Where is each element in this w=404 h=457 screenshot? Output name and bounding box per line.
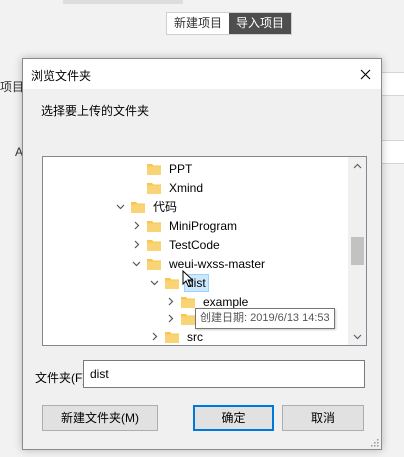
project-label: 项目 xyxy=(0,80,25,94)
folder-icon xyxy=(147,258,161,270)
chevron-right-icon[interactable] xyxy=(165,296,176,307)
folder-icon xyxy=(147,163,161,175)
chevron-right-icon[interactable] xyxy=(131,220,142,231)
tree-scrollbar[interactable] xyxy=(348,157,366,345)
scroll-up-button[interactable] xyxy=(349,157,366,174)
background-faded-text xyxy=(63,0,183,4)
close-icon xyxy=(360,69,370,79)
chevron-right-icon[interactable] xyxy=(131,239,142,250)
close-button[interactable] xyxy=(353,62,377,86)
tree-item[interactable]: weui-wxss-master xyxy=(131,254,267,273)
mouse-pointer-icon xyxy=(182,270,194,288)
tree-item-label: 代码 xyxy=(153,199,178,214)
folder-icon xyxy=(147,220,161,232)
folder-icon xyxy=(181,313,195,325)
created-date-tooltip: 创建日期: 2019/6/13 14:53 xyxy=(195,308,335,329)
tree-item-label: PPT xyxy=(169,161,193,176)
browse-folder-dialog: 浏览文件夹 选择要上传的文件夹 PPT Xmind 代码 MiniProgram Tes… xyxy=(22,58,382,450)
folder-icon xyxy=(147,182,161,194)
folder-icon xyxy=(165,277,179,289)
resize-grip-icon[interactable] xyxy=(369,437,379,447)
dialog-titlebar: 浏览文件夹 xyxy=(23,59,381,89)
scroll-down-icon xyxy=(353,334,362,339)
folder-name-input[interactable] xyxy=(83,360,365,388)
cancel-button[interactable]: 取消 xyxy=(282,405,364,431)
chevron-right-icon[interactable] xyxy=(165,313,176,324)
scroll-thumb[interactable] xyxy=(351,237,364,265)
folder-icon xyxy=(147,239,161,251)
tree-item[interactable]: dist xyxy=(149,273,209,292)
dialog-prompt: 选择要上传的文件夹 xyxy=(41,104,150,118)
tree-item[interactable]: PPT xyxy=(131,159,194,178)
tree-item[interactable]: TestCode xyxy=(131,235,222,254)
tab-import-project[interactable]: 导入项目 xyxy=(229,13,292,34)
folder-field-label: 文件夹(F): xyxy=(35,371,90,385)
folder-icon xyxy=(165,331,179,343)
ok-button[interactable]: 确定 xyxy=(193,405,274,431)
tree-item-label: TestCode xyxy=(169,237,220,252)
project-tabs: 新建项目 导入项目 xyxy=(166,12,293,35)
folder-icon xyxy=(131,201,145,213)
dialog-title: 浏览文件夹 xyxy=(31,69,92,83)
tree-item-label: Xmind xyxy=(169,180,204,195)
tree-item[interactable]: 代码 xyxy=(115,197,179,216)
tree-item-label: src xyxy=(187,329,203,344)
tab-new-project[interactable]: 新建项目 xyxy=(167,13,229,34)
chevron-down-icon[interactable] xyxy=(115,201,126,212)
tree-item-label: MiniProgram xyxy=(169,218,238,233)
scroll-up-icon xyxy=(353,163,362,168)
chevron-down-icon[interactable] xyxy=(149,277,160,288)
folder-icon xyxy=(181,296,195,308)
scroll-down-button[interactable] xyxy=(349,328,366,345)
chevron-down-icon[interactable] xyxy=(131,258,142,269)
chevron-right-icon[interactable] xyxy=(149,331,160,342)
tree-item[interactable]: MiniProgram xyxy=(131,216,239,235)
tree-item[interactable]: Xmind xyxy=(131,178,205,197)
tree-item[interactable]: src xyxy=(149,327,205,345)
new-folder-button[interactable]: 新建文件夹(M) xyxy=(42,405,158,431)
